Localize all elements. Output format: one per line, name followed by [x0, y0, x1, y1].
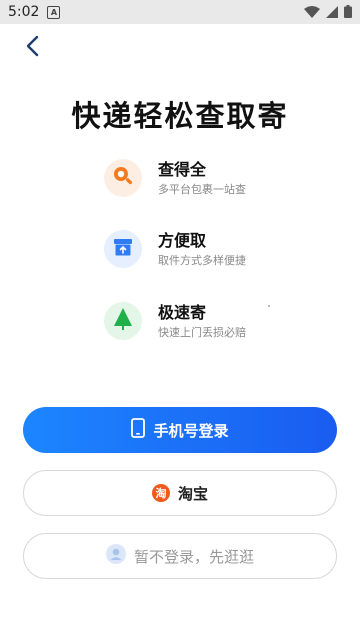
taobao-login-label: 淘宝: [177, 484, 208, 503]
feature-icon-bg: [104, 159, 142, 197]
feature-subtitle: 取件方式多样便捷: [158, 253, 246, 267]
guest-browse-button[interactable]: 暂不登录，先逛逛: [23, 533, 337, 579]
taobao-logo-icon: 淘: [151, 484, 170, 502]
feature-item-search: 查得全 多平台包裹一站查: [104, 159, 246, 197]
feature-item-pickup: 方便取 取件方式多样便捷: [104, 230, 246, 268]
phone-icon: [131, 418, 146, 442]
feature-title: 方便取: [158, 230, 207, 250]
feature-title: 极速寄: [158, 302, 207, 322]
phone-login-label: 手机号登录: [153, 421, 229, 440]
signal-icon: [326, 3, 338, 22]
decorative-dot: [268, 305, 270, 307]
box-icon: [112, 236, 134, 262]
page-title: 快递轻松查取寄: [71, 99, 289, 133]
wifi-icon: [304, 3, 320, 22]
taobao-login-button[interactable]: 淘 淘宝: [23, 470, 337, 516]
notification-icon: A: [47, 5, 61, 19]
feature-title: 查得全: [158, 159, 207, 179]
status-bar: 5:02 A: [0, 0, 360, 24]
user-avatar-icon: [105, 544, 126, 568]
status-time: 5:02: [8, 4, 40, 20]
chevron-left-icon: [25, 35, 39, 61]
phone-login-button[interactable]: 手机号登录: [23, 407, 337, 453]
feature-icon-bg: [104, 230, 142, 268]
guest-browse-label: 暂不登录，先逛逛: [133, 547, 254, 566]
battery-icon: [344, 3, 352, 22]
feature-item-send: 极速寄 快速上门丢损必赔: [104, 302, 246, 340]
feature-subtitle: 快速上门丢损必赔: [158, 325, 246, 339]
feature-subtitle: 多平台包裹一站查: [158, 182, 246, 196]
back-button[interactable]: [18, 34, 46, 62]
tree-icon: [112, 307, 134, 335]
feature-icon-bg: [104, 302, 142, 340]
search-icon: [111, 164, 135, 192]
